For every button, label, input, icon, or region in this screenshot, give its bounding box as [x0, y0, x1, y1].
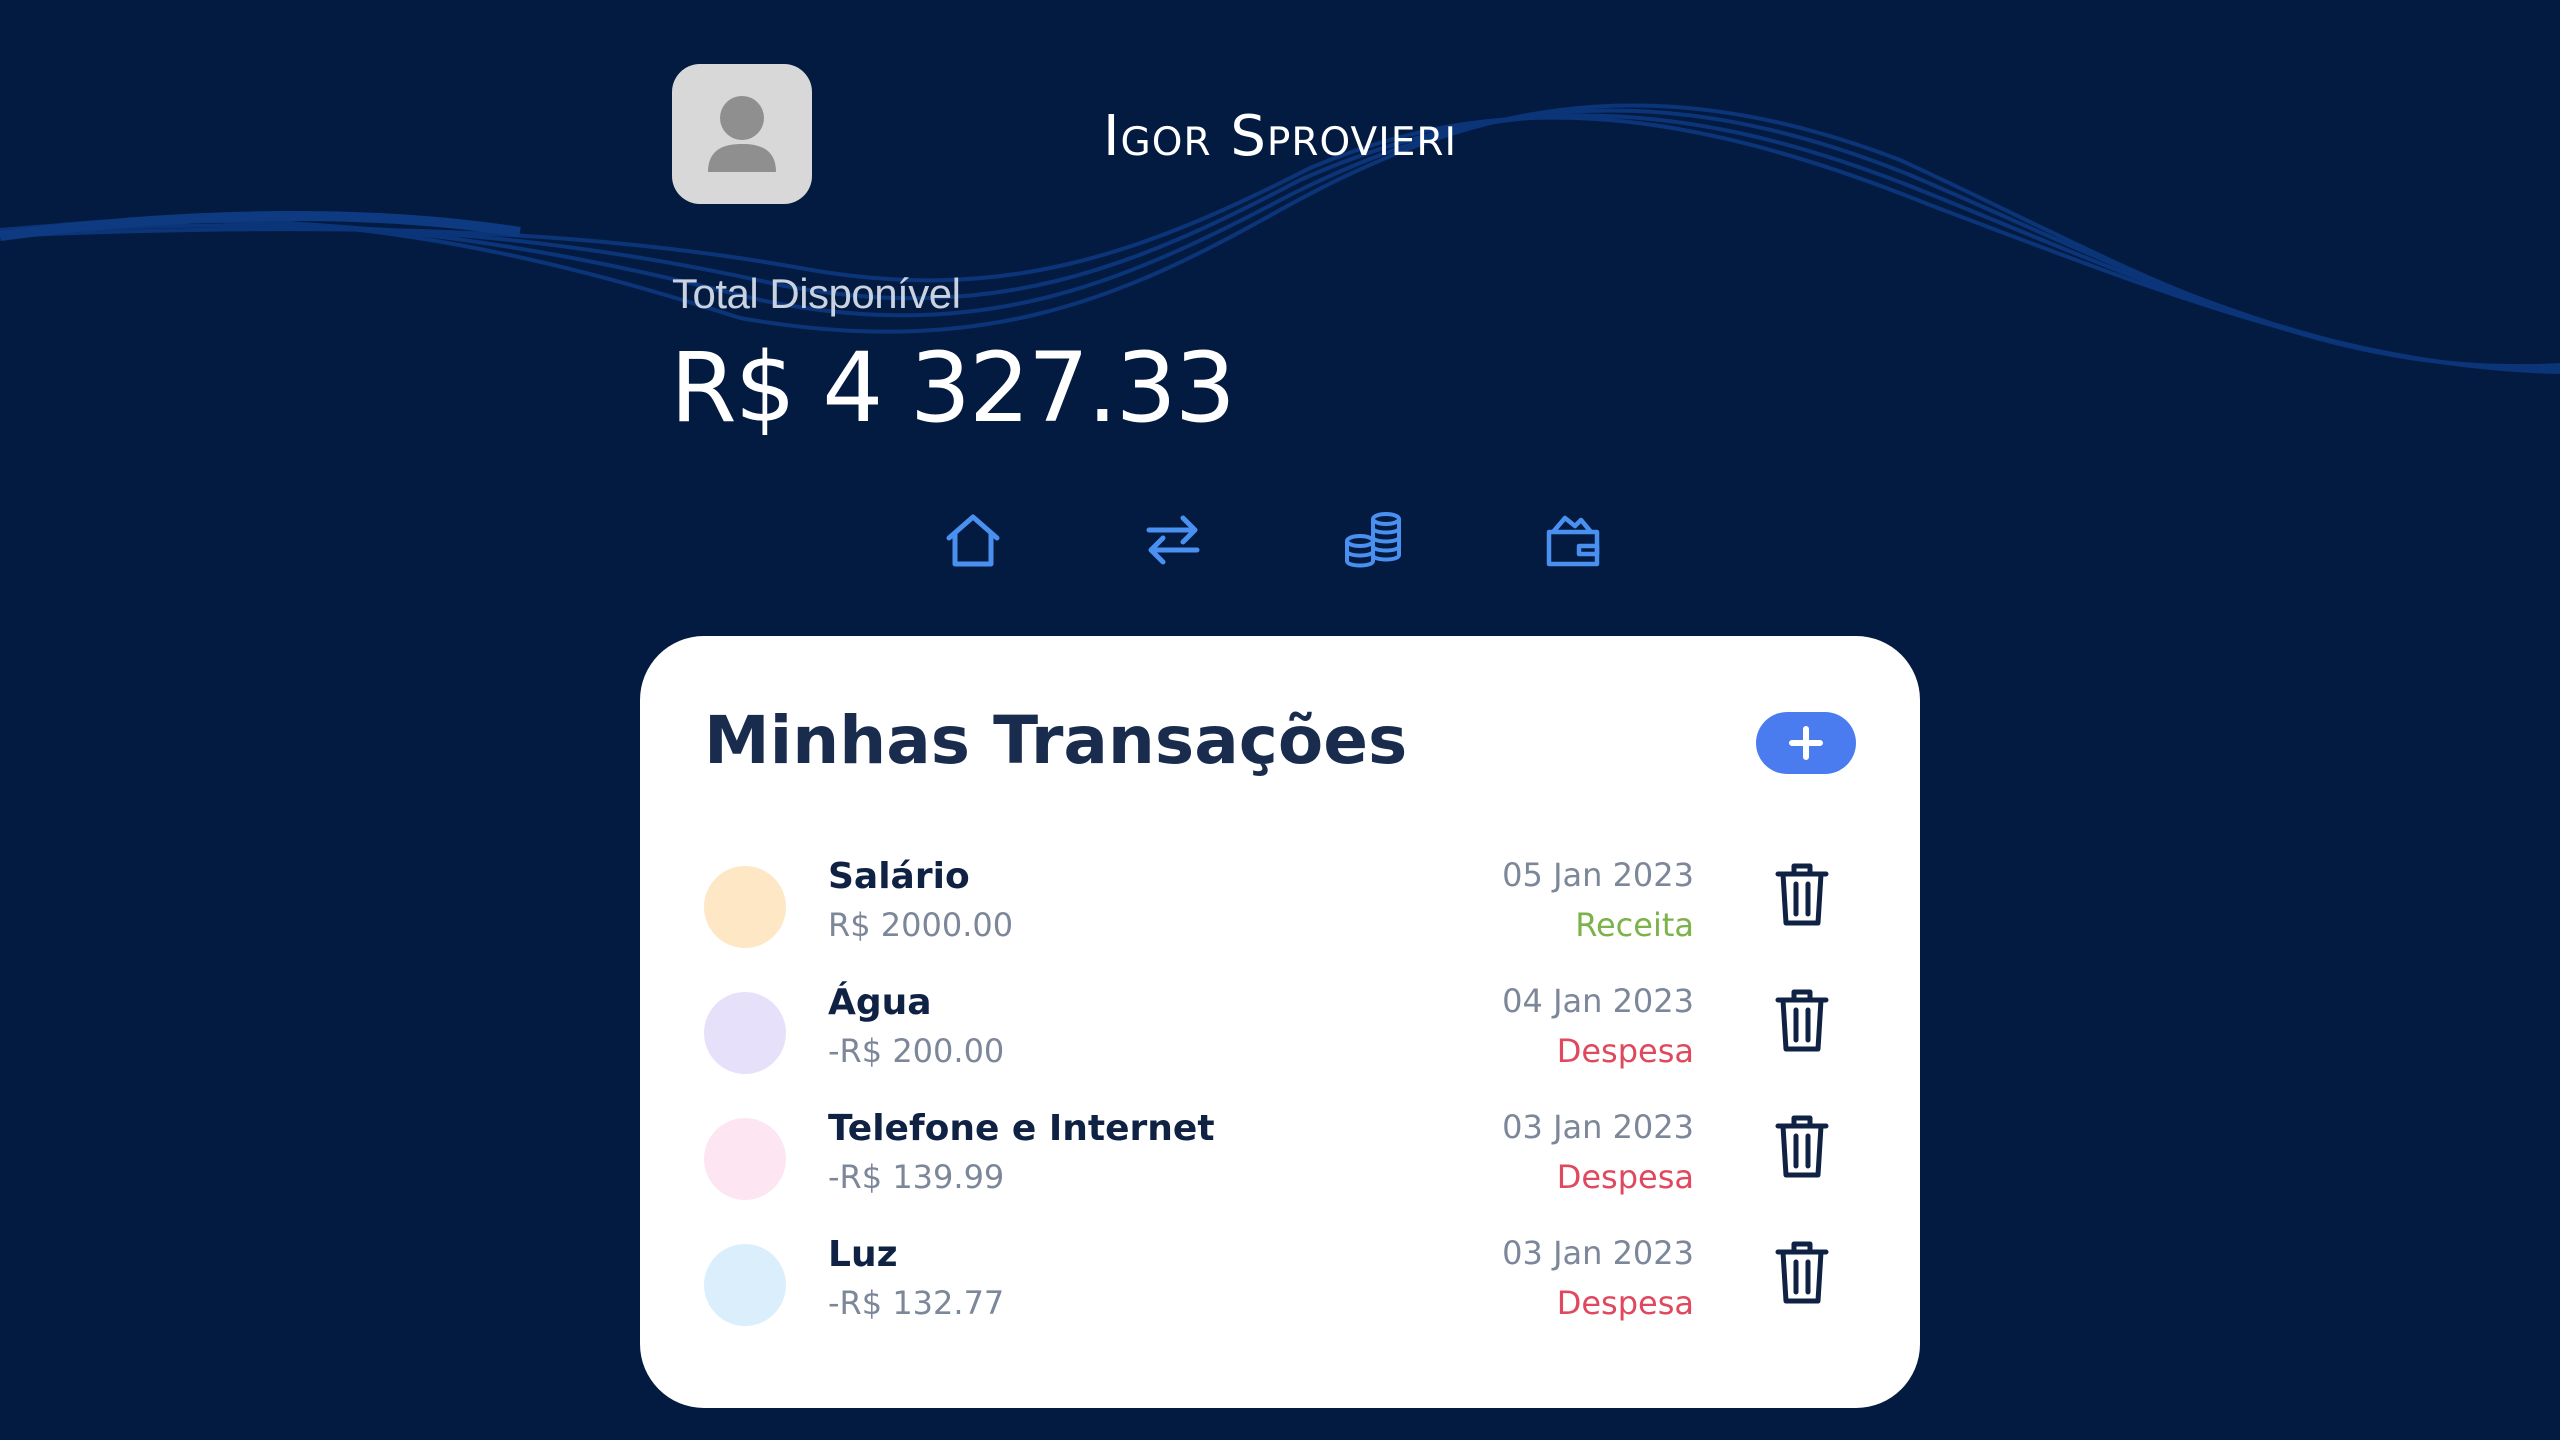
balance-label: Total Disponível — [672, 270, 961, 317]
transactions-card: Minhas Transações Salário R$ 2000.00 05 … — [640, 636, 1920, 1408]
home-icon — [946, 514, 1000, 567]
category-dot — [704, 1244, 786, 1326]
user-silhouette-icon — [708, 96, 776, 172]
transaction-row[interactable]: Telefone e Internet -R$ 139.99 03 Jan 20… — [640, 1108, 1920, 1218]
trash-icon[interactable] — [1774, 1112, 1830, 1180]
nav-transfer-button[interactable] — [1141, 508, 1205, 572]
transaction-date: 03 Jan 2023 — [1502, 1234, 1694, 1272]
transaction-name: Salário — [828, 856, 970, 897]
transaction-type: Despesa — [1556, 1158, 1694, 1196]
nav-home-button[interactable] — [941, 508, 1005, 572]
balance-value: R$ 4 327.33 — [670, 332, 1236, 444]
transaction-date: 04 Jan 2023 — [1502, 982, 1694, 1020]
transaction-type: Despesa — [1556, 1284, 1694, 1322]
category-dot — [704, 866, 786, 948]
transaction-row[interactable]: Água -R$ 200.00 04 Jan 2023 Despesa — [640, 982, 1920, 1092]
avatar[interactable] — [672, 64, 812, 204]
transaction-amount: -R$ 132.77 — [828, 1284, 1005, 1322]
user-name: Igor Sprovieri — [1103, 104, 1457, 169]
transaction-type: Receita — [1575, 906, 1694, 944]
add-transaction-button[interactable] — [1756, 712, 1856, 774]
category-dot — [704, 1118, 786, 1200]
transaction-name: Água — [828, 982, 932, 1023]
transaction-name: Luz — [828, 1234, 898, 1275]
transaction-amount: -R$ 139.99 — [828, 1158, 1005, 1196]
trash-icon[interactable] — [1774, 986, 1830, 1054]
transfer-arrows-icon — [1146, 515, 1200, 565]
nav-wallet-button[interactable] — [1541, 508, 1605, 572]
wallet-icon — [1546, 515, 1600, 567]
transaction-amount: -R$ 200.00 — [828, 1032, 1005, 1070]
transaction-amount: R$ 2000.00 — [828, 906, 1014, 944]
transaction-date: 03 Jan 2023 — [1502, 1108, 1694, 1146]
transaction-type: Despesa — [1556, 1032, 1694, 1070]
plus-icon — [1789, 726, 1823, 760]
transaction-row[interactable]: Luz -R$ 132.77 03 Jan 2023 Despesa — [640, 1234, 1920, 1344]
category-dot — [704, 992, 786, 1074]
trash-icon[interactable] — [1774, 860, 1830, 928]
transaction-row[interactable]: Salário R$ 2000.00 05 Jan 2023 Receita — [640, 856, 1920, 966]
nav-coins-button[interactable] — [1341, 508, 1405, 572]
transaction-name: Telefone e Internet — [828, 1108, 1215, 1149]
nav-bar — [0, 508, 2560, 572]
coins-icon — [1345, 512, 1401, 568]
transaction-date: 05 Jan 2023 — [1502, 856, 1694, 894]
trash-icon[interactable] — [1774, 1238, 1830, 1306]
transactions-title: Minhas Transações — [704, 702, 1408, 779]
